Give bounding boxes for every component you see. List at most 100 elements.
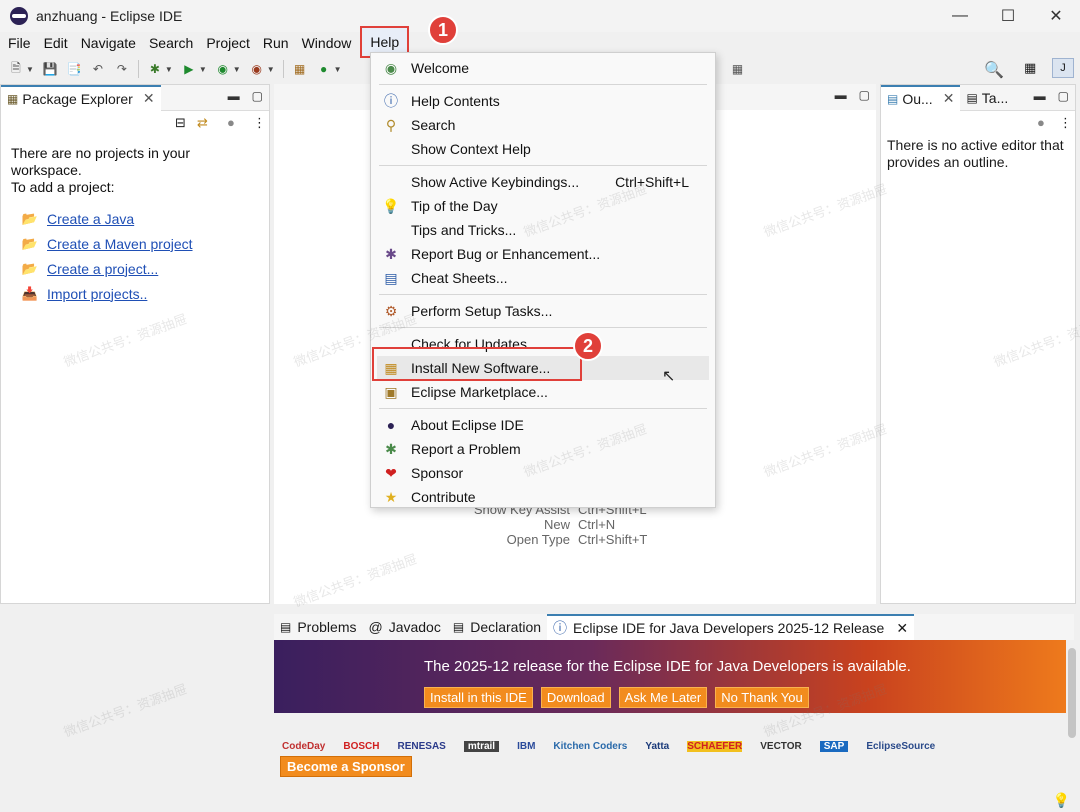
download-button[interactable]: Download	[540, 687, 611, 708]
chevron-down-icon[interactable]: ▼	[233, 65, 241, 74]
link-label[interactable]: Import projects..	[47, 286, 147, 302]
install-in-ide-button[interactable]: Install in this IDE	[424, 687, 533, 708]
run-icon[interactable]: ▶	[181, 61, 197, 77]
menu-window[interactable]: Window	[298, 32, 356, 54]
minimize-view-icon[interactable]: ▬	[835, 88, 847, 102]
close-icon[interactable]: ✕	[1032, 0, 1080, 32]
sponsor-logo[interactable]: SAP	[819, 740, 849, 752]
menu-item-welcome[interactable]: ◉ Welcome	[371, 56, 715, 80]
package-explorer-tabbar: ▦ Package Explorer ✕ ▬ ▢	[1, 84, 269, 111]
no-thanks-button[interactable]: No Thank You	[715, 687, 809, 708]
menu-edit[interactable]: Edit	[40, 32, 72, 54]
menu-item-help-contents[interactable]: ⓘ Help Contents	[371, 89, 715, 113]
tab-task-list[interactable]: ▤ Ta...	[960, 85, 1014, 111]
tab-problems[interactable]: ▤ Problems	[274, 614, 362, 640]
menu-item-keybindings[interactable]: Show Active Keybindings... Ctrl+Shift+L	[371, 170, 715, 194]
maximize-view-icon[interactable]: ▢	[1058, 89, 1069, 103]
menu-search[interactable]: Search	[145, 32, 197, 54]
menu-item-about[interactable]: ● About Eclipse IDE	[371, 413, 715, 437]
chevron-down-icon[interactable]: ▼	[334, 65, 342, 74]
ask-later-button[interactable]: Ask Me Later	[618, 687, 708, 708]
maximize-view-icon[interactable]: ▢	[859, 88, 870, 102]
tab-declaration[interactable]: ▤ Declaration	[447, 614, 547, 640]
sponsor-logo[interactable]: EclipseSource	[866, 741, 935, 752]
sponsor-logo[interactable]: mtrail	[463, 740, 500, 752]
link-label[interactable]: Create a Java	[47, 211, 134, 227]
sponsor-logo[interactable]: CodeDay	[282, 741, 325, 752]
menu-item-tips-tricks[interactable]: Tips and Tricks...	[371, 218, 715, 242]
vertical-scrollbar[interactable]	[1068, 648, 1076, 738]
minimize-view-icon[interactable]: ▬	[1034, 89, 1046, 103]
become-sponsor-button[interactable]: Become a Sponsor	[280, 756, 412, 777]
minimize-icon[interactable]: —	[936, 0, 984, 32]
link-label[interactable]: Create a project...	[47, 261, 158, 277]
link-label[interactable]: Create a Maven project	[47, 236, 193, 252]
java-perspective-icon[interactable]: J	[1052, 58, 1074, 78]
close-icon[interactable]: ✕	[143, 90, 155, 107]
view-minmax: ▬ ▢	[228, 89, 263, 103]
close-icon[interactable]: ✕	[896, 620, 908, 637]
save-all-icon[interactable]: 📑	[66, 61, 82, 77]
package-icon[interactable]: ▦	[292, 61, 308, 77]
menu-item-report-problem[interactable]: ✱ Report a Problem	[371, 437, 715, 461]
import-projects-link[interactable]: 📥 Import projects..	[21, 281, 269, 306]
tab-package-explorer[interactable]: ▦ Package Explorer ✕	[1, 84, 161, 111]
filter-icon[interactable]: ●	[227, 115, 235, 130]
create-java-project-link[interactable]: 📂 Create a Java	[21, 206, 269, 231]
open-perspective-icon[interactable]: ▦	[1024, 60, 1036, 76]
menu-item-label: Search	[411, 117, 456, 133]
menu-file[interactable]: File	[4, 32, 35, 54]
menu-item-report-bug[interactable]: ✱ Report Bug or Enhancement...	[371, 242, 715, 266]
coverage-icon[interactable]: ◉	[215, 61, 231, 77]
undo-icon[interactable]: ↶	[90, 61, 106, 77]
redo-icon[interactable]: ↷	[114, 61, 130, 77]
menu-item-label: Show Context Help	[411, 141, 531, 157]
menu-item-setup-tasks[interactable]: ⚙ Perform Setup Tasks...	[371, 299, 715, 323]
maximize-view-icon[interactable]: ▢	[252, 89, 263, 103]
menu-item-contribute[interactable]: ★ Contribute	[371, 485, 715, 509]
menu-run[interactable]: Run	[259, 32, 293, 54]
open-type-icon[interactable]: ▦	[730, 61, 746, 77]
link-editor-icon[interactable]: ⇄	[197, 115, 208, 131]
maximize-icon[interactable]: ☐	[984, 0, 1032, 32]
sponsor-logo[interactable]: IBM	[517, 741, 535, 752]
menu-item-cheat-sheets[interactable]: ▤ Cheat Sheets...	[371, 266, 715, 290]
collapse-all-icon[interactable]: ⊟	[175, 115, 186, 131]
create-project-link[interactable]: 📂 Create a project...	[21, 256, 269, 281]
chevron-down-icon[interactable]: ▼	[267, 65, 275, 74]
search-icon[interactable]: 🔍	[984, 60, 1004, 80]
sponsor-logo[interactable]: VECTOR	[760, 741, 802, 752]
step-badge-2: 2	[573, 331, 603, 361]
external-tools-icon[interactable]: ◉	[249, 61, 265, 77]
filter-icon[interactable]: ●	[1037, 115, 1045, 130]
tab-label: Ta...	[981, 89, 1009, 106]
sponsor-logo[interactable]: BOSCH	[343, 741, 379, 752]
chevron-down-icon[interactable]: ▼	[26, 65, 34, 74]
view-menu-icon[interactable]: ⋮	[253, 115, 266, 131]
sponsor-logo[interactable]: SCHAEFER	[687, 740, 743, 752]
save-icon[interactable]: 💾	[42, 61, 58, 77]
menu-project[interactable]: Project	[202, 32, 254, 54]
new-class-icon[interactable]: ●	[316, 61, 332, 77]
close-icon[interactable]: ✕	[943, 90, 955, 107]
create-maven-project-link[interactable]: 📂 Create a Maven project	[21, 231, 269, 256]
tab-release-notice[interactable]: ⓘ Eclipse IDE for Java Developers 2025-12…	[547, 614, 915, 640]
tab-outline[interactable]: ▤ Ou... ✕	[881, 84, 961, 111]
debug-icon[interactable]: ✱	[147, 61, 163, 77]
menu-item-sponsor[interactable]: ❤ Sponsor	[371, 461, 715, 485]
menu-navigate[interactable]: Navigate	[77, 32, 140, 54]
menu-item-tip-of-day[interactable]: 💡 Tip of the Day	[371, 194, 715, 218]
sponsor-logo[interactable]: RENESAS	[397, 741, 445, 752]
new-icon[interactable]: 🗎	[8, 61, 24, 77]
outline-tabbar: ▤ Ou... ✕ ▤ Ta... ▬ ▢	[881, 84, 1075, 111]
lightbulb-icon[interactable]: 💡	[1053, 792, 1070, 809]
chevron-down-icon[interactable]: ▼	[199, 65, 207, 74]
sponsor-logo[interactable]: Kitchen Coders	[553, 741, 627, 752]
menu-item-context-help[interactable]: Show Context Help	[371, 137, 715, 161]
chevron-down-icon[interactable]: ▼	[165, 65, 173, 74]
view-menu-icon[interactable]: ⋮	[1059, 115, 1072, 131]
sponsor-logo[interactable]: Yatta	[645, 741, 669, 752]
minimize-view-icon[interactable]: ▬	[228, 89, 240, 103]
menu-item-search[interactable]: ⚲ Search	[371, 113, 715, 137]
tab-javadoc[interactable]: @ Javadoc	[362, 614, 446, 640]
